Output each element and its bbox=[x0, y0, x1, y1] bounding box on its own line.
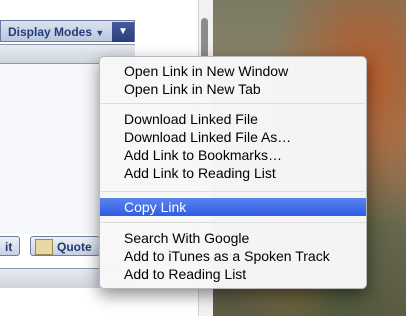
quote-button-label: Quote bbox=[57, 240, 92, 254]
menu-item-open-link-new-window[interactable]: Open Link in New Window bbox=[100, 62, 366, 80]
menu-item-add-link-to-bookmarks[interactable]: Add Link to Bookmarks… bbox=[100, 146, 366, 164]
menu-separator bbox=[101, 103, 365, 104]
context-menu: Open Link in New Window Open Link in New… bbox=[99, 56, 367, 289]
menu-separator bbox=[101, 191, 365, 192]
menu-item-add-link-to-reading-list[interactable]: Add Link to Reading List bbox=[100, 164, 366, 182]
menu-separator bbox=[101, 222, 365, 223]
menu-item-copy-link[interactable]: Copy Link bbox=[100, 198, 366, 216]
thread-tools-dropdown-button[interactable]: ▼ bbox=[112, 22, 134, 42]
display-modes-button[interactable]: Display Modes ▼ bbox=[0, 22, 111, 42]
menu-item-add-to-reading-list[interactable]: Add to Reading List bbox=[100, 265, 366, 283]
chevron-down-icon: ▼ bbox=[118, 26, 128, 37]
menu-item-download-linked-file-as[interactable]: Download Linked File As… bbox=[100, 128, 366, 146]
menu-item-add-to-itunes-spoken-track[interactable]: Add to iTunes as a Spoken Track bbox=[100, 247, 366, 265]
menu-item-download-linked-file[interactable]: Download Linked File bbox=[100, 110, 366, 128]
quote-button[interactable]: Quote bbox=[30, 236, 100, 256]
quote-icon bbox=[35, 239, 53, 255]
display-modes-label: Display Modes bbox=[8, 25, 93, 39]
menu-item-open-link-new-tab[interactable]: Open Link in New Tab bbox=[100, 80, 366, 98]
edit-button[interactable]: it bbox=[0, 236, 20, 256]
menu-item-search-with-google[interactable]: Search With Google bbox=[100, 229, 366, 247]
edit-button-label: it bbox=[5, 240, 13, 254]
chevron-down-icon: ▼ bbox=[95, 28, 105, 38]
